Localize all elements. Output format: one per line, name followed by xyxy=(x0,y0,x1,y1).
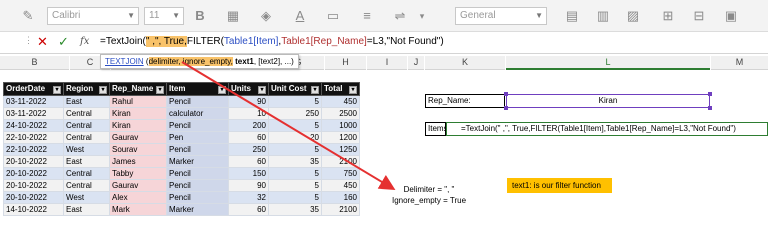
arrow-line xyxy=(181,61,396,191)
annotation-arrow xyxy=(181,61,396,191)
